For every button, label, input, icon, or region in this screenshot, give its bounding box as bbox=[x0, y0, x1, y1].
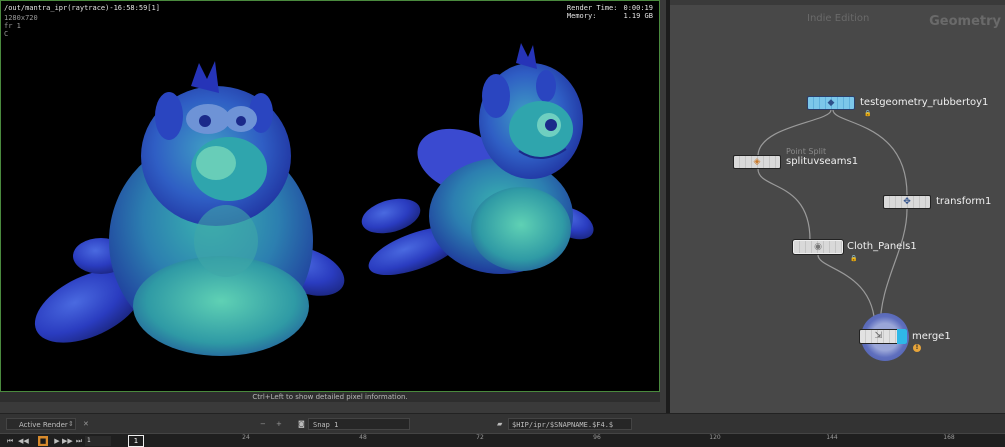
rubbertoy-icon: ◆ bbox=[827, 98, 835, 108]
active-render-dropdown[interactable]: Active Render bbox=[6, 418, 76, 430]
timeline-ticks: 24 48 72 96 120 144 168 bbox=[146, 434, 1005, 447]
wire-splituvseams-cloth bbox=[757, 168, 811, 241]
tick-label: 120 bbox=[709, 434, 721, 441]
node-testgeometry-rubbertoy[interactable]: ◆ bbox=[807, 96, 855, 110]
node-label-splituvseams: splituvseams1 bbox=[786, 156, 859, 167]
network-editor[interactable]: Indie Edition Geometry ◆ testgeometry_ru… bbox=[670, 0, 1005, 413]
memory-value: 1.19 GB bbox=[623, 12, 653, 20]
timeline-bar[interactable]: ⏮ ◀◀ ■ ▶ ▶▶ ⏭ 1 1 24 48 72 96 120 144 16… bbox=[0, 433, 1005, 447]
warning-icon[interactable]: ! bbox=[913, 344, 921, 352]
pixel-info-hint: Ctrl+Left to show detailed pixel informa… bbox=[0, 392, 660, 402]
render-view-pane: /out/mantra_ipr(raytrace)-16:58:59[1] 12… bbox=[0, 0, 666, 413]
merge-icon: ⇲ bbox=[874, 331, 883, 341]
node-splituvseams[interactable]: ◈ bbox=[733, 155, 781, 169]
render-stats: Render Time: 0:00:19 Memory: 1.19 GB bbox=[567, 4, 653, 20]
node-label-testgeometry: testgeometry_rubbertoy1 bbox=[860, 97, 989, 108]
start-frame-field[interactable]: 1 bbox=[85, 436, 111, 446]
render-time-value: 0:00:19 bbox=[623, 4, 653, 12]
tick-label: 168 bbox=[943, 434, 955, 441]
step-forward-icon[interactable]: ▶▶ bbox=[62, 436, 73, 446]
go-to-start-icon[interactable]: ⏮ bbox=[5, 436, 15, 446]
tick-label: 96 bbox=[593, 434, 601, 441]
lock-icon: 🔒 bbox=[850, 255, 858, 262]
current-frame-indicator[interactable]: 1 bbox=[128, 435, 144, 447]
frame-label: fr 1 bbox=[4, 22, 21, 30]
rubbertoy-front-view bbox=[34, 61, 345, 356]
folder-icon[interactable]: ▰ bbox=[497, 418, 502, 430]
render-viewport[interactable]: /out/mantra_ipr(raytrace)-16:58:59[1] 12… bbox=[0, 0, 660, 392]
display-flag[interactable] bbox=[897, 329, 907, 344]
node-transform[interactable]: ✥ bbox=[883, 195, 931, 209]
wire-cloth-merge bbox=[817, 254, 876, 330]
rubbertoy-side-view bbox=[361, 43, 594, 276]
render-toolbar: Active Render ⇕ ✕ − + ◙ Snap 1 ▰ $HIP/ip… bbox=[0, 413, 1005, 433]
close-icon[interactable]: ✕ bbox=[83, 418, 89, 430]
tick-label: 48 bbox=[359, 434, 367, 441]
play-reverse-icon[interactable]: ◀◀ bbox=[18, 436, 29, 446]
memory-label: Memory: bbox=[566, 12, 597, 20]
wire-testgeometry-transform bbox=[832, 109, 908, 196]
go-to-end-icon[interactable]: ⏭ bbox=[74, 436, 84, 446]
wire-transform-merge bbox=[879, 208, 908, 330]
dropdown-arrows-icon[interactable]: ⇕ bbox=[68, 418, 74, 430]
transform-icon: ✥ bbox=[903, 197, 911, 207]
tick-label: 72 bbox=[476, 434, 484, 441]
tick-label: 144 bbox=[826, 434, 838, 441]
output-path-field[interactable]: $HIP/ipr/$SNAPNAME.$F4.$ bbox=[508, 418, 632, 430]
render-time-label: Render Time: bbox=[566, 4, 618, 12]
node-type-label: Point Split bbox=[786, 147, 827, 156]
play-forward-icon[interactable]: ▶ bbox=[52, 436, 62, 446]
camera-icon[interactable]: ◙ bbox=[298, 418, 305, 430]
resolution-label: 1280x720 bbox=[4, 14, 38, 22]
rendered-image bbox=[34, 43, 594, 356]
point-split-icon: ◈ bbox=[753, 157, 761, 167]
node-cloth-panels[interactable]: ◉ bbox=[792, 239, 844, 255]
lock-icon: 🔒 bbox=[864, 110, 872, 117]
zoom-out-icon[interactable]: − bbox=[260, 418, 266, 430]
stop-icon[interactable]: ■ bbox=[38, 436, 48, 446]
node-label-transform: transform1 bbox=[936, 196, 992, 207]
node-label-merge: merge1 bbox=[912, 331, 951, 342]
tick-label: 24 bbox=[242, 434, 250, 441]
subnet-icon: ◉ bbox=[814, 242, 822, 252]
channel-label: C bbox=[4, 30, 9, 38]
node-label-cloth-panels: Cloth_Panels1 bbox=[847, 241, 917, 252]
snapshot-field[interactable]: Snap 1 bbox=[308, 418, 410, 430]
render-output-path: /out/mantra_ipr(raytrace)-16:58:59[1] bbox=[4, 4, 160, 12]
zoom-in-icon[interactable]: + bbox=[276, 418, 282, 430]
